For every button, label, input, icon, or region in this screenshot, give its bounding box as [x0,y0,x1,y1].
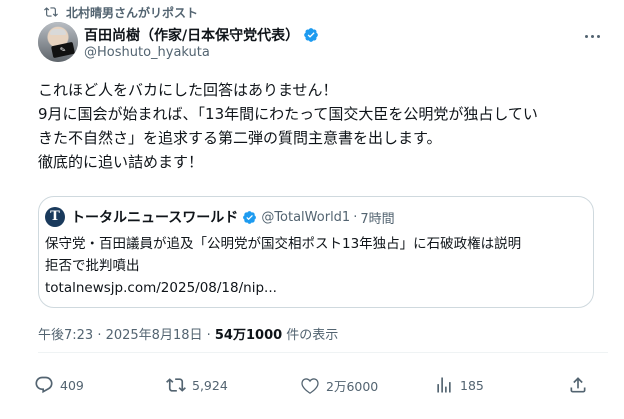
author-block: 百田尚樹（作家/日本保守党代表） @Hoshuto_hyakuta [84,26,319,60]
retweet-count: 5,924 [192,377,228,393]
tweet-line: これほど人をバカにした回答はありません！ [38,81,338,99]
tweet-line: きた不自然さ」を追求する第二弾の質問主意書を出します。 [38,129,442,147]
retweet-icon [166,378,186,392]
quote-author-handle: @TotalWorld1 [261,209,351,225]
reply-icon [35,376,53,394]
repost-indicator[interactable]: 北村晴男さんがリポスト [44,4,198,20]
view-count-suffix: 件の表示 [282,328,339,343]
verified-icon [304,28,318,42]
tweet-meta: 午後7:23 · 2025年8月18日 · 54万1000 件の表示 [38,324,338,343]
more-icon [584,34,588,38]
repost-icon [44,7,58,17]
divider [38,352,608,353]
quote-timestamp: 7時間 [360,211,395,227]
tweet-text: これほど人をバカにした回答はありません！ 9月に国会が始まれば、「13年間にわた… [38,78,618,174]
view-count: 54万1000 [214,328,283,343]
views-button[interactable]: 185 [434,374,484,396]
quote-author-name: トータルニュースワールド [71,210,239,226]
author-avatar[interactable]: ✎ [38,22,78,62]
like-icon [301,378,319,394]
tweet-line: 9月に国会が始まれば、「13年間にわたって国交大臣を公明党が独占してい [38,105,538,123]
reply-button[interactable]: 409 [34,374,84,396]
like-button[interactable]: 2万6000 [300,374,378,396]
views-count: 185 [460,377,484,393]
tweet-timestamp[interactable]: 午後7:23 · 2025年8月18日 · [38,328,215,343]
retweet-button[interactable]: 5,924 [166,374,228,396]
author-handle[interactable]: @Hoshuto_hyakuta [84,45,319,60]
tweet-line: 徹底的に追い詰めます！ [38,153,204,171]
share-button[interactable] [568,374,594,396]
quote-text: 保守党・百田議員が追及「公明党が国交相ポスト13年独占」に石破政権は説明 拒否で… [45,233,585,299]
quote-tweet-card[interactable]: T トータルニュースワールド @TotalWorld1 · 7時間 保守党・百田… [38,196,594,308]
quote-line: 拒否で批判噴出 [45,258,140,274]
verified-icon [243,210,257,224]
repost-text: 北村晴男さんがリポスト [66,5,199,20]
views-icon [437,377,451,393]
author-name[interactable]: 百田尚樹（作家/日本保守党代表） [84,25,299,45]
like-count: 2万6000 [326,378,379,394]
quote-avatar: T [45,207,65,227]
reply-count: 409 [60,377,84,393]
quote-link[interactable]: totalnewsjp.com/2025/08/18/nip... [45,277,585,299]
quote-line: 保守党・百田議員が追及「公明党が国交相ポスト13年独占」に石破政権は説明 [45,236,522,252]
quote-separator: · [353,209,358,225]
share-icon [570,377,586,393]
more-button[interactable] [580,28,604,44]
